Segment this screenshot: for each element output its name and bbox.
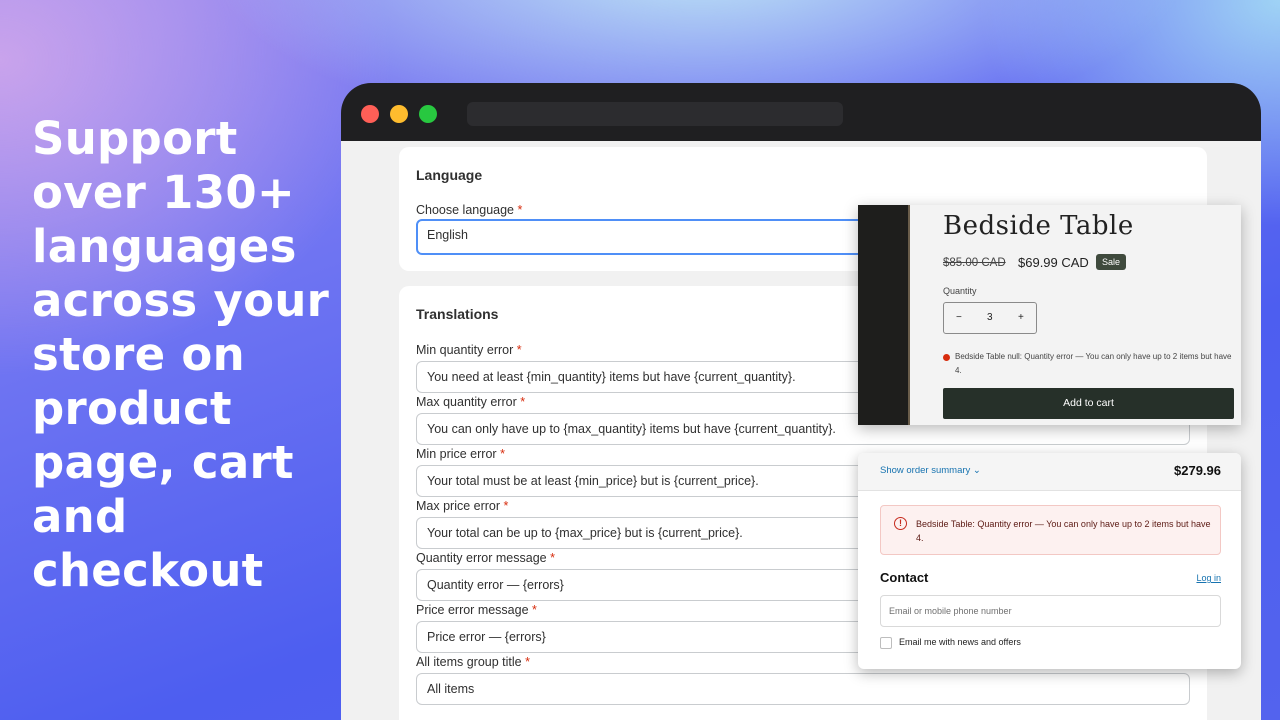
required-mark: * [517,203,523,217]
field-label-text: Max quantity error [416,395,517,409]
field-label-text: Max price error [416,499,501,513]
required-mark: * [520,395,526,409]
max-price-error-label: Max price error * [416,499,508,513]
field-label-text: All items group title [416,655,522,669]
field-label-text: Min quantity error [416,343,514,357]
newsletter-checkbox[interactable] [880,637,892,649]
maximize-window-button[interactable] [419,105,437,123]
field-label-text: Min price error [416,447,497,461]
quantity-label: Quantity [943,286,977,296]
required-mark: * [532,603,537,617]
field-label-text: Quantity error message [416,551,547,565]
translations-card-title: Translations [416,306,499,322]
browser-titlebar [341,83,1261,141]
address-bar[interactable] [467,102,843,126]
choose-language-label: Choose language * [416,203,522,217]
all-items-group-title-input[interactable]: All items [416,673,1190,705]
contact-heading: Contact [880,570,929,585]
field-label-text: Price error message [416,603,529,617]
quantity-value[interactable]: 3 [987,312,993,323]
add-to-cart-button[interactable]: Add to cart [943,388,1234,419]
show-order-summary-link[interactable]: Show order summary ⌄ [880,465,981,476]
min-price-error-label: Min price error * [416,447,505,461]
required-mark: * [503,499,509,513]
show-order-summary-text: Show order summary [880,465,971,476]
quantity-error-message-label: Quantity error message * [416,551,555,565]
close-window-button[interactable] [361,105,379,123]
product-preview: Bedside Table $85.00 CAD $69.99 CAD Sale… [858,205,1241,425]
decrease-quantity-button[interactable]: − [956,312,962,323]
sale-badge: Sale [1096,254,1127,270]
chevron-down-icon: ⌄ [972,465,981,476]
login-link[interactable]: Log in [1196,573,1221,583]
order-total: $279.96 [1174,463,1221,478]
headline: Support over 130+ languages across your … [32,112,330,597]
price-error-message-label: Price error message * [416,603,537,617]
min-quantity-error-label: Min quantity error * [416,343,522,357]
error-icon [943,354,950,361]
required-mark: * [516,343,522,357]
quantity-stepper[interactable]: − 3 + [943,302,1037,334]
compare-at-price: $85.00 CAD [943,257,1006,269]
required-mark: * [550,551,555,565]
increase-quantity-button[interactable]: + [1018,312,1024,323]
required-mark: * [525,655,530,669]
sale-price: $69.99 CAD [1018,255,1089,270]
alert-circle-icon: ! [894,517,907,530]
checkout-preview: Show order summary ⌄ $279.96 ! Bedside T… [858,453,1241,669]
email-field[interactable]: Email or mobile phone number [880,595,1221,627]
all-items-group-title-label: All items group title * [416,655,530,669]
checkout-error-banner: ! Bedside Table: Quantity error — You ca… [880,505,1221,555]
product-image [858,205,910,425]
product-title: Bedside Table [943,211,1134,241]
product-error-message: Bedside Table null: Quantity error — You… [955,352,1232,375]
checkout-error-message: Bedside Table: Quantity error — You can … [916,519,1211,543]
minimize-window-button[interactable] [390,105,408,123]
required-mark: * [500,447,505,461]
newsletter-label: Email me with news and offers [899,637,1021,647]
max-quantity-error-label: Max quantity error * [416,395,525,409]
order-summary-bar: Show order summary ⌄ $279.96 [858,453,1241,491]
language-card-title: Language [416,167,483,183]
choose-language-label-text: Choose language [416,203,514,217]
